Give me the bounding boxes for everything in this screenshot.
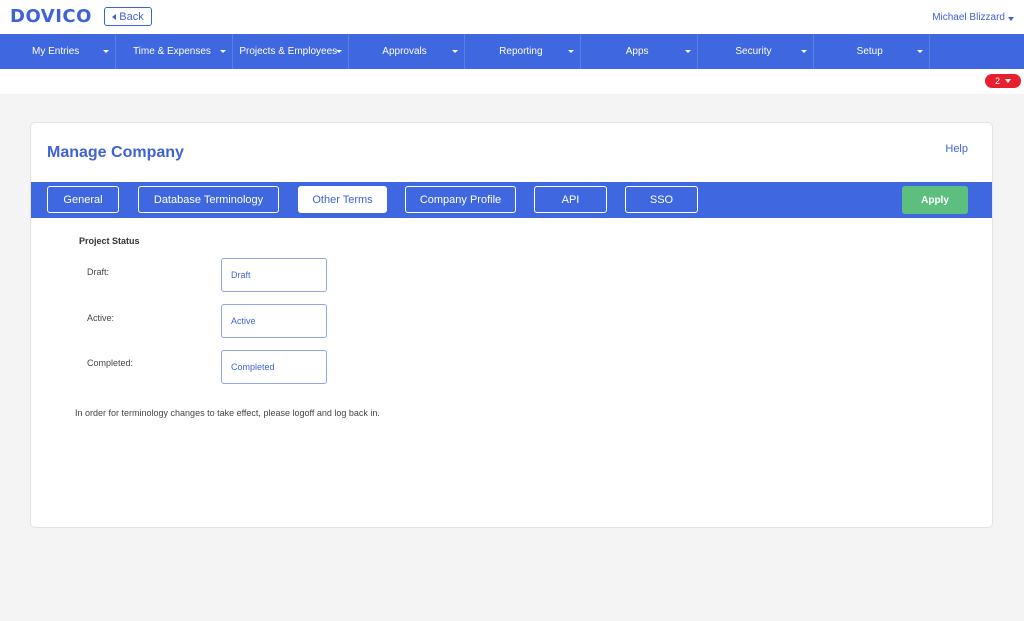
- chevron-down-icon: [801, 50, 808, 53]
- notification-bar: 2: [0, 69, 1024, 94]
- nav-item-setup[interactable]: Setup: [814, 34, 931, 69]
- completed-label: Completed:: [87, 358, 134, 368]
- section-title: Project Status: [79, 236, 140, 246]
- top-bar: DOVICO Back Michael Blizzard: [0, 0, 1024, 34]
- nav-item-label: Time & Expenses: [132, 46, 211, 57]
- tab-bar: General Database Terminology Other Terms…: [31, 182, 992, 218]
- help-link[interactable]: Help: [945, 143, 968, 155]
- draft-input[interactable]: [221, 258, 327, 292]
- notification-badge[interactable]: 2: [985, 74, 1021, 88]
- main-navigation: My Entries Time & Expenses Projects & Em…: [0, 34, 1024, 69]
- tab-sso[interactable]: SSO: [625, 186, 698, 213]
- nav-item-label: My Entries: [32, 46, 80, 57]
- active-input[interactable]: [221, 304, 327, 338]
- chevron-down-icon: [1008, 17, 1014, 21]
- chevron-down-icon: [103, 50, 110, 53]
- chevron-down-icon: [568, 50, 575, 53]
- user-name: Michael Blizzard: [932, 12, 1005, 23]
- chevron-down-icon: [335, 50, 342, 53]
- back-arrow-icon: [112, 13, 117, 20]
- tab-api[interactable]: API: [534, 186, 607, 213]
- nav-item-time-expenses[interactable]: Time & Expenses: [116, 34, 233, 69]
- page-title: Manage Company: [47, 144, 184, 161]
- user-menu[interactable]: Michael Blizzard: [932, 12, 1014, 23]
- active-label: Active:: [87, 313, 115, 323]
- manage-company-panel: Manage Company Help General Database Ter…: [30, 122, 993, 528]
- tab-general[interactable]: General: [47, 186, 119, 213]
- notification-count: 2: [994, 76, 1000, 86]
- back-button-label: Back: [119, 10, 144, 23]
- completed-input[interactable]: [221, 350, 327, 384]
- back-button[interactable]: Back: [104, 7, 152, 26]
- nav-item-label: Reporting: [499, 46, 543, 57]
- nav-item-reporting[interactable]: Reporting: [465, 34, 582, 69]
- tab-company-profile[interactable]: Company Profile: [405, 186, 516, 213]
- tab-database-terminology[interactable]: Database Terminology: [138, 186, 279, 213]
- dovico-logo[interactable]: DOVICO: [10, 6, 92, 27]
- nav-item-apps[interactable]: Apps: [581, 34, 698, 69]
- apply-button[interactable]: Apply: [902, 186, 968, 214]
- nav-item-label: Approvals: [382, 46, 427, 57]
- chevron-down-icon: [684, 50, 691, 53]
- nav-item-projects-employees[interactable]: Projects & Employees: [233, 34, 349, 69]
- nav-item-approvals[interactable]: Approvals: [349, 34, 466, 69]
- nav-item-label: Setup: [856, 46, 883, 57]
- nav-item-label: Apps: [625, 46, 649, 57]
- chevron-down-icon: [1005, 79, 1011, 83]
- terminology-note: In order for terminology changes to take…: [75, 408, 380, 418]
- tab-other-terms[interactable]: Other Terms: [298, 186, 387, 213]
- nav-item-label: Projects & Employees: [239, 46, 338, 57]
- chevron-down-icon: [452, 50, 459, 53]
- nav-item-my-entries[interactable]: My Entries: [0, 34, 117, 69]
- chevron-down-icon: [219, 50, 226, 53]
- chevron-down-icon: [917, 50, 924, 53]
- nav-item-security[interactable]: Security: [698, 34, 815, 69]
- nav-item-label: Security: [735, 46, 772, 57]
- draft-label: Draft:: [87, 267, 110, 277]
